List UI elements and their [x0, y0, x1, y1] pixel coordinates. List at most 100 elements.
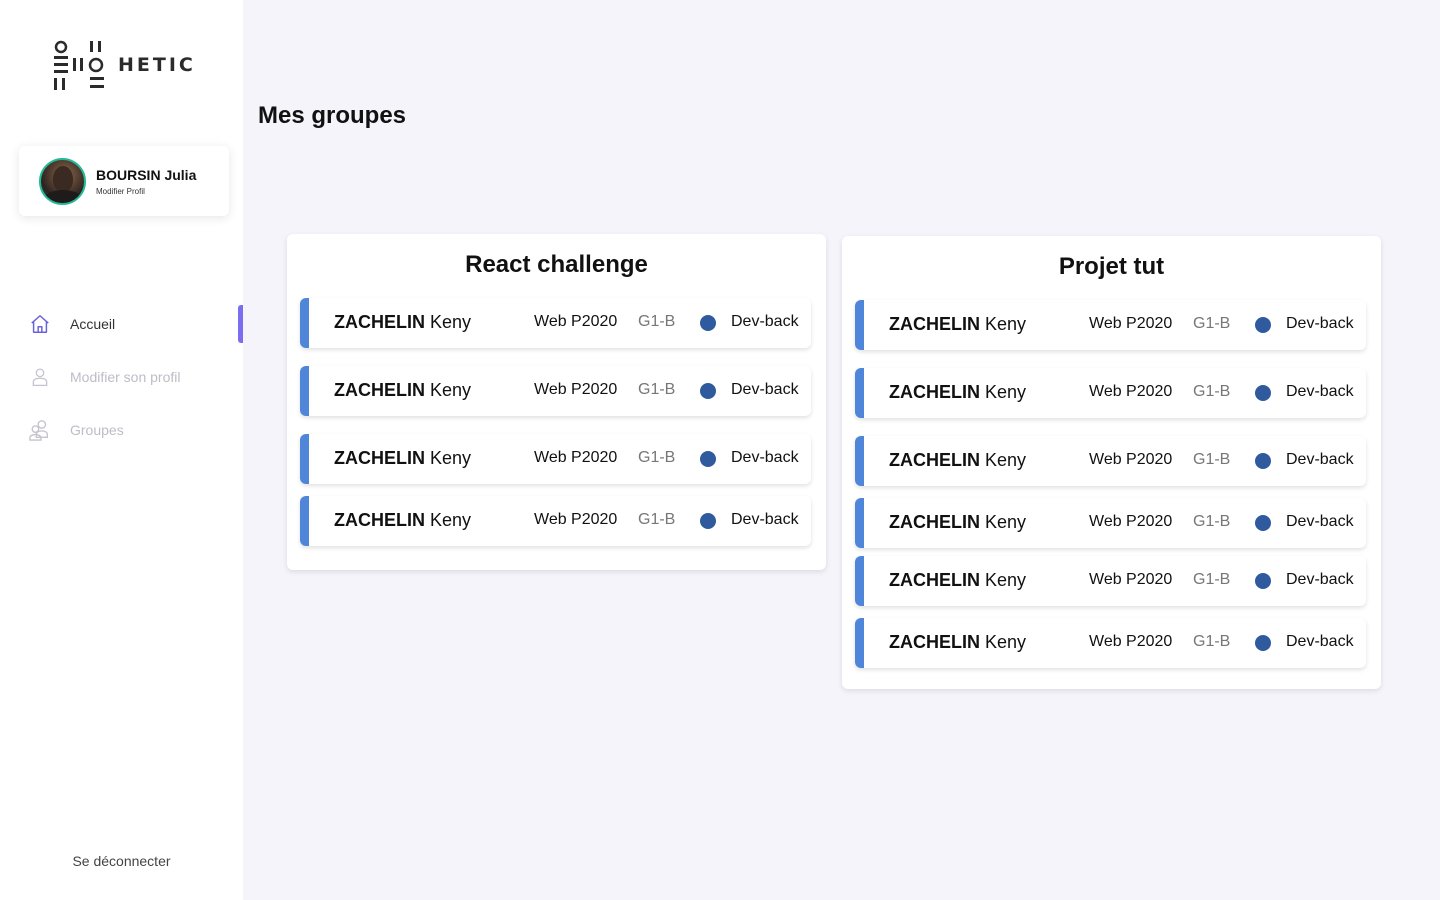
member-first-name: Keny [430, 510, 472, 530]
status-dot [1255, 635, 1271, 651]
page-title: Mes groupes [258, 102, 407, 129]
status-dot [700, 315, 716, 331]
member-first-name: Keny [985, 632, 1027, 652]
member-name: ZACHELIN Keny [889, 556, 1026, 604]
users-icon [28, 418, 52, 442]
status-dot [1255, 573, 1271, 589]
member-first-name: Keny [985, 450, 1027, 470]
group-title: React challenge [465, 251, 648, 278]
sidebar-item-label: Modifier son profil [70, 369, 181, 385]
member-promo: Web P2020 [1089, 315, 1173, 332]
member-group: G1-B [1193, 513, 1231, 530]
member-promo: Web P2020 [1089, 451, 1173, 468]
row-accent [855, 436, 864, 486]
member-role: Dev-back [731, 511, 799, 528]
member-role: Dev-back [1286, 315, 1354, 332]
brand-name: HETIC [118, 54, 196, 76]
member-name: ZACHELIN Keny [889, 498, 1026, 546]
member-group: G1-B [638, 449, 676, 466]
member-row[interactable]: ZACHELIN Keny Web P2020 G1-B Dev-back [855, 498, 1366, 548]
user-icon [28, 365, 52, 389]
member-role: Dev-back [1286, 633, 1354, 650]
member-role: Dev-back [1286, 383, 1354, 400]
member-name: ZACHELIN Keny [334, 434, 471, 482]
member-last-name: ZACHELIN [889, 570, 980, 590]
member-group: G1-B [1193, 383, 1231, 400]
member-first-name: Keny [430, 448, 472, 468]
row-accent [300, 366, 309, 416]
member-promo: Web P2020 [1089, 383, 1173, 400]
member-first-name: Keny [985, 512, 1027, 532]
member-name: ZACHELIN Keny [334, 366, 471, 414]
member-group: G1-B [638, 511, 676, 528]
sidebar-item-accueil[interactable]: Accueil [28, 305, 243, 343]
member-group: G1-B [638, 313, 676, 330]
member-last-name: ZACHELIN [889, 450, 980, 470]
avatar[interactable] [39, 158, 86, 205]
member-promo: Web P2020 [1089, 633, 1173, 650]
member-group: G1-B [1193, 451, 1231, 468]
row-accent [855, 498, 864, 548]
member-row[interactable]: ZACHELIN Keny Web P2020 G1-B Dev-back [855, 436, 1366, 486]
hetic-logo-mark-icon [54, 40, 104, 90]
profile-card[interactable]: BOURSIN Julia Modifier Profil [19, 146, 229, 216]
sidebar-item-groupes[interactable]: Groupes [28, 416, 243, 444]
member-name: ZACHELIN Keny [334, 298, 471, 346]
member-row[interactable]: ZACHELIN Keny Web P2020 G1-B Dev-back [855, 618, 1366, 668]
row-accent [300, 434, 309, 484]
member-row[interactable]: ZACHELIN Keny Web P2020 G1-B Dev-back [855, 368, 1366, 418]
row-accent [855, 300, 864, 350]
member-name: ZACHELIN Keny [889, 618, 1026, 666]
sidebar-item-label: Groupes [70, 422, 124, 438]
row-accent [855, 556, 864, 606]
member-row[interactable]: ZACHELIN Keny Web P2020 G1-B Dev-back [300, 434, 811, 484]
home-icon [28, 312, 52, 336]
group-card-projet-tut: Projet tut ZACHELIN Keny Web P2020 G1-B Dev… [842, 236, 1381, 689]
member-row[interactable]: ZACHELIN Keny Web P2020 G1-B Dev-back [300, 298, 811, 348]
member-group: G1-B [1193, 571, 1231, 588]
active-indicator [238, 305, 243, 343]
member-row[interactable]: ZACHELIN Keny Web P2020 G1-B Dev-back [855, 300, 1366, 350]
member-row[interactable]: ZACHELIN Keny Web P2020 G1-B Dev-back [855, 556, 1366, 606]
member-role: Dev-back [731, 449, 799, 466]
status-dot [700, 513, 716, 529]
status-dot [1255, 385, 1271, 401]
sidebar-item-modifier-profil[interactable]: Modifier son profil [28, 363, 243, 391]
status-dot [1255, 453, 1271, 469]
member-row[interactable]: ZACHELIN Keny Web P2020 G1-B Dev-back [300, 366, 811, 416]
member-row[interactable]: ZACHELIN Keny Web P2020 G1-B Dev-back [300, 496, 811, 546]
member-promo: Web P2020 [534, 449, 618, 466]
member-promo: Web P2020 [534, 313, 618, 330]
member-role: Dev-back [731, 381, 799, 398]
member-group: G1-B [638, 381, 676, 398]
member-promo: Web P2020 [1089, 513, 1173, 530]
row-accent [300, 496, 309, 546]
row-accent [300, 298, 309, 348]
member-promo: Web P2020 [534, 381, 618, 398]
member-first-name: Keny [430, 380, 472, 400]
member-last-name: ZACHELIN [889, 632, 980, 652]
status-dot [700, 383, 716, 399]
member-role: Dev-back [1286, 571, 1354, 588]
member-last-name: ZACHELIN [334, 312, 425, 332]
edit-profile-link[interactable]: Modifier Profil [96, 187, 145, 196]
member-last-name: ZACHELIN [334, 380, 425, 400]
member-promo: Web P2020 [1089, 571, 1173, 588]
member-name: ZACHELIN Keny [889, 436, 1026, 484]
member-first-name: Keny [985, 314, 1027, 334]
member-last-name: ZACHELIN [334, 510, 425, 530]
logout-link[interactable]: Se déconnecter [0, 853, 243, 869]
group-card-react-challenge: React challenge ZACHELIN Keny Web P2020 G1… [287, 234, 826, 570]
profile-name: BOURSIN Julia [96, 167, 197, 183]
member-name: ZACHELIN Keny [889, 300, 1026, 348]
member-first-name: Keny [430, 312, 472, 332]
member-role: Dev-back [1286, 451, 1354, 468]
sidebar: HETIC BOURSIN Julia Modifier Profil Accu… [0, 0, 243, 900]
status-dot [1255, 317, 1271, 333]
status-dot [700, 451, 716, 467]
member-promo: Web P2020 [534, 511, 618, 528]
hetic-logo[interactable]: HETIC [54, 40, 199, 92]
member-role: Dev-back [1286, 513, 1354, 530]
member-last-name: ZACHELIN [889, 382, 980, 402]
member-group: G1-B [1193, 315, 1231, 332]
